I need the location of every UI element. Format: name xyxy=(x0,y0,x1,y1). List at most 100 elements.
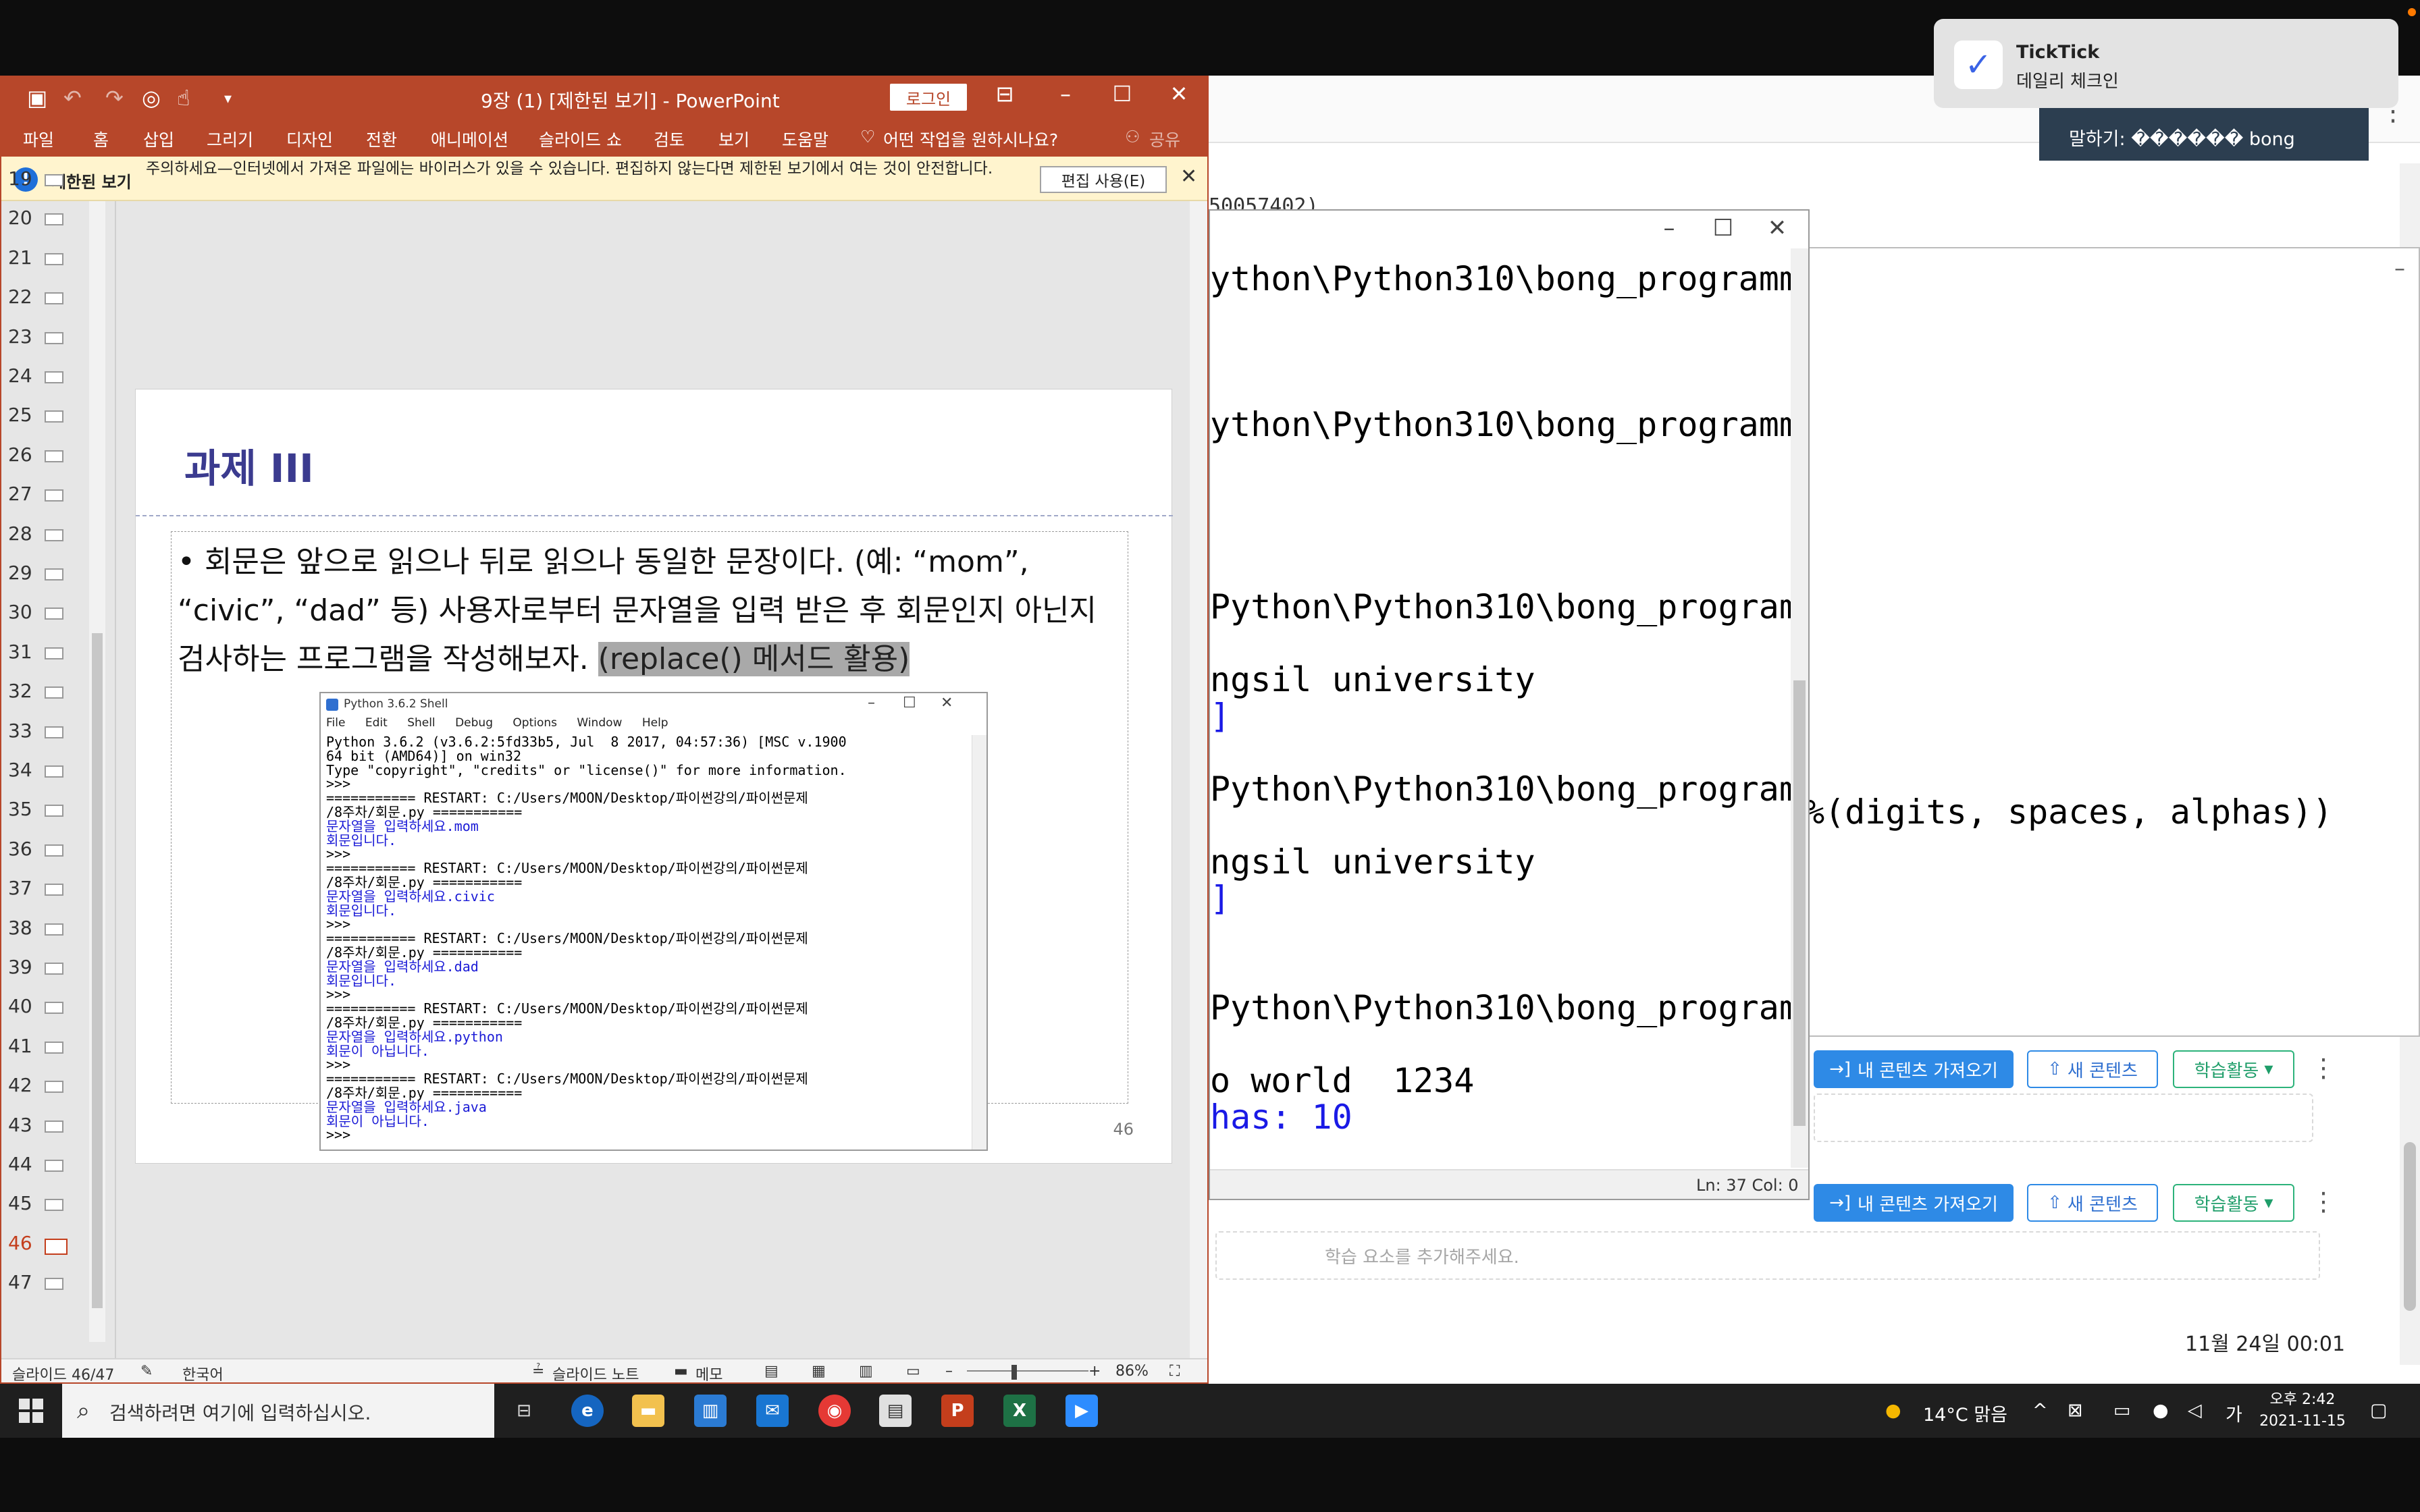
edge-icon[interactable]: e xyxy=(571,1395,604,1427)
notification-center-icon[interactable]: ▢ xyxy=(2370,1400,2388,1421)
import-content-button[interactable]: →] 내 콘텐츠 가져오기 xyxy=(1814,1184,2014,1222)
excel-icon[interactable]: X xyxy=(1003,1395,1036,1427)
slide-thumbnail[interactable] xyxy=(45,252,63,265)
ribbon-display-icon[interactable]: ⊟ xyxy=(978,81,1032,107)
maximize-icon[interactable]: ☐ xyxy=(1696,215,1750,242)
slide-thumbnail[interactable] xyxy=(45,726,63,738)
slide-thumbnail-number[interactable]: 22 xyxy=(8,286,32,308)
slideshow-view-icon[interactable]: ▭ xyxy=(906,1363,920,1380)
slide-thumbnail-number[interactable]: 26 xyxy=(8,443,32,466)
more-icon[interactable]: ⋮ xyxy=(2311,1053,2336,1083)
slide-thumbnail[interactable] xyxy=(45,884,63,896)
slide-thumbnail[interactable] xyxy=(45,529,63,541)
slide-thumbnail-number[interactable]: 28 xyxy=(8,522,32,545)
slide-thumbnail-number[interactable]: 47 xyxy=(8,1271,32,1293)
zoom-icon[interactable]: ▶ xyxy=(1066,1395,1098,1427)
tab-insert[interactable]: 삽입 xyxy=(143,127,174,151)
slide-thumbnail-number[interactable]: 36 xyxy=(8,838,32,860)
slide-thumbnail[interactable] xyxy=(45,1278,63,1291)
share-button[interactable]: 공유 xyxy=(1149,127,1180,151)
slide-thumbnail-number[interactable]: 31 xyxy=(8,641,32,663)
thumbnail-scrollbar[interactable] xyxy=(89,201,105,1342)
slide-thumbnail-number[interactable]: 34 xyxy=(8,759,32,781)
slide-thumbnail[interactable] xyxy=(45,292,63,305)
slide-thumbnail[interactable] xyxy=(45,213,63,226)
minimize-icon[interactable]: – xyxy=(1642,215,1696,242)
ime-indicator[interactable]: 가 xyxy=(2226,1400,2242,1426)
zoom-out-icon[interactable]: – xyxy=(945,1363,953,1380)
slide-thumbnail-number[interactable]: 44 xyxy=(8,1153,32,1175)
slide-thumbnail[interactable] xyxy=(45,1041,63,1054)
slide-thumbnail[interactable] xyxy=(45,963,63,975)
slide-thumbnail[interactable] xyxy=(45,1120,63,1133)
minimize-icon[interactable]: – xyxy=(1038,81,1093,107)
slide-thumbnail-number[interactable]: 20 xyxy=(8,207,32,229)
fit-slide-icon[interactable]: ⛶ xyxy=(1169,1363,1180,1380)
maximize-icon[interactable]: ☐ xyxy=(1095,81,1149,107)
slide-thumbnail-number[interactable]: 42 xyxy=(8,1074,32,1096)
slide-thumbnail[interactable] xyxy=(45,568,63,580)
slide-thumbnail-number[interactable]: 32 xyxy=(8,680,32,702)
slide-thumbnail-number[interactable]: 46 xyxy=(8,1232,32,1254)
zoom-thumb[interactable] xyxy=(1011,1365,1017,1380)
slide-thumbnail-number[interactable]: 43 xyxy=(8,1114,32,1136)
zoom-slider[interactable] xyxy=(967,1370,1088,1372)
slide-thumbnail-number[interactable]: 24 xyxy=(8,364,32,387)
slide-thumbnail-number[interactable]: 30 xyxy=(8,601,32,623)
weather-text[interactable]: 14°C 맑음 xyxy=(1923,1400,2007,1426)
slide-thumbnail[interactable] xyxy=(45,805,63,817)
document-icon[interactable]: ▤ xyxy=(879,1395,912,1427)
slide-thumbnail-number[interactable]: 21 xyxy=(8,246,32,269)
login-button[interactable]: 로그인 xyxy=(890,84,967,111)
slide-thumbnail[interactable] xyxy=(45,331,63,344)
new-content-button[interactable]: ⇧ 새 콘텐츠 xyxy=(2027,1184,2158,1222)
slide-thumbnail[interactable] xyxy=(45,608,63,620)
slide-thumbnail-number[interactable]: 37 xyxy=(8,877,32,899)
mail-icon[interactable]: ✉ xyxy=(756,1395,789,1427)
slide-thumbnail-number[interactable]: 25 xyxy=(8,404,32,426)
slide-thumbnail[interactable] xyxy=(45,686,63,699)
tab-file[interactable]: 파일 xyxy=(23,127,54,151)
learning-activity-button[interactable]: 학습활동 ▾ xyxy=(2173,1050,2294,1088)
slide-thumbnail[interactable] xyxy=(45,1081,63,1094)
zoom-level[interactable]: 86% xyxy=(1115,1363,1149,1380)
windows-start-icon[interactable] xyxy=(19,1399,43,1423)
network-icon[interactable]: ▭ xyxy=(2113,1400,2131,1421)
powerpoint-icon[interactable]: P xyxy=(941,1395,974,1427)
close-icon[interactable]: ✕ xyxy=(1180,165,1197,188)
slide-thumbnail[interactable] xyxy=(45,923,63,936)
slide-thumbnail[interactable] xyxy=(45,1002,63,1015)
comments-button[interactable]: 메모 xyxy=(695,1363,722,1384)
normal-view-icon[interactable]: ▤ xyxy=(764,1363,779,1380)
store-icon[interactable]: ▥ xyxy=(694,1395,727,1427)
slide[interactable]: 과제 III • 회문은 앞으로 읽으나 뒤로 읽으나 동일한 문장이다. (예… xyxy=(135,389,1173,1164)
learning-activity-button[interactable]: 학습활동 ▾ xyxy=(2173,1184,2294,1222)
add-element-box[interactable]: 학습 요소를 추가해주세요. xyxy=(1215,1231,2320,1280)
slide-thumbnail-number[interactable]: 41 xyxy=(8,1035,32,1057)
tab-slideshow[interactable]: 슬라이드 쇼 xyxy=(539,127,622,151)
chrome-icon[interactable]: ◉ xyxy=(818,1395,851,1427)
tab-home[interactable]: 홈 xyxy=(93,127,109,151)
tell-me-search[interactable]: 어떤 작업을 원하시나요? xyxy=(883,127,1058,151)
microphone-icon[interactable]: ● xyxy=(2153,1400,2169,1421)
taskbar-clock[interactable]: 오후 2:42 2021-11-15 xyxy=(2255,1389,2350,1432)
touch-mode-icon[interactable]: ☝ xyxy=(177,85,190,111)
slide-thumbnail[interactable] xyxy=(45,489,63,502)
chevron-up-icon[interactable]: ^ xyxy=(2032,1400,2048,1421)
tab-draw[interactable]: 그리기 xyxy=(207,127,253,151)
slideshow-icon[interactable]: ◎ xyxy=(142,85,161,111)
slide-thumbnail[interactable] xyxy=(45,844,63,857)
notes-button[interactable]: 슬라이드 노트 xyxy=(552,1363,639,1384)
language-status[interactable]: 한국어 xyxy=(182,1363,223,1384)
slide-thumbnail-number[interactable]: 19 xyxy=(8,167,32,190)
slide-thumbnail-number[interactable]: 23 xyxy=(8,325,32,348)
idle-scrollbar[interactable] xyxy=(1791,248,1808,1168)
tab-review[interactable]: 검토 xyxy=(654,127,685,151)
accessibility-icon[interactable]: ✎ xyxy=(140,1363,153,1380)
ticktick-notification[interactable]: ✓ TickTick 데일리 체크인 xyxy=(1934,19,2398,108)
import-content-button[interactable]: →] 내 콘텐츠 가져오기 xyxy=(1814,1050,2014,1088)
tab-animations[interactable]: 애니메이션 xyxy=(431,127,508,151)
volume-icon[interactable]: ◁ xyxy=(2188,1400,2202,1421)
task-view-icon[interactable]: ⊟ xyxy=(508,1395,540,1427)
slide-thumbnail[interactable] xyxy=(45,765,63,778)
